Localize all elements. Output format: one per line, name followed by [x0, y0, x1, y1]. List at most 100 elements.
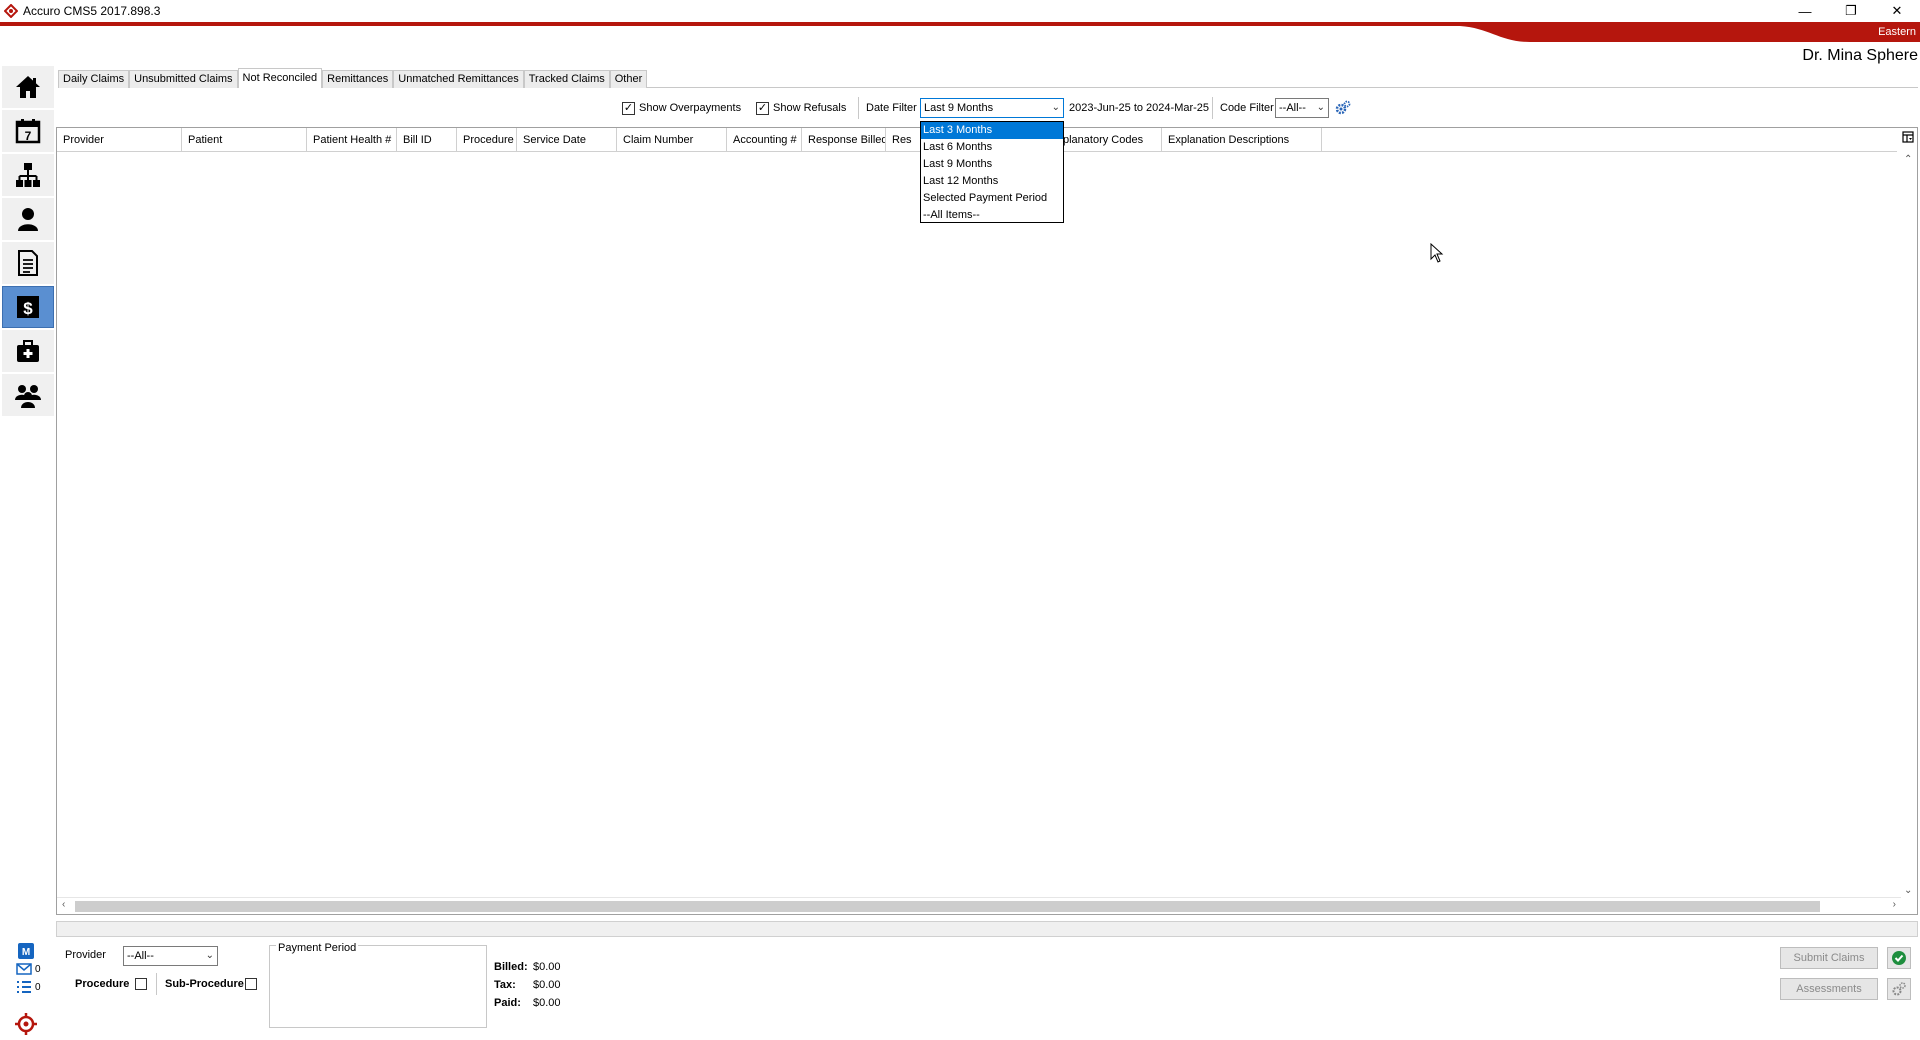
tab-not-reconciled[interactable]: Not Reconciled: [237, 68, 323, 88]
sidebar-documents[interactable]: [2, 242, 54, 284]
accuro-logo-icon: [4, 4, 18, 18]
scroll-down-icon[interactable]: ⌄: [1904, 885, 1912, 896]
column-header-provider[interactable]: Provider: [57, 128, 182, 152]
dropdown-option-last-3-months[interactable]: Last 3 Months: [921, 122, 1063, 139]
provider-select-value: --All--: [127, 950, 154, 962]
svg-text:$: $: [23, 299, 33, 318]
chevron-down-icon: ⌄: [1051, 102, 1060, 113]
scroll-left-icon[interactable]: ‹: [62, 899, 65, 910]
date-filter-value: Last 9 Months: [924, 102, 994, 114]
show-refusals-label: Show Refusals: [773, 102, 847, 114]
svg-text:M: M: [22, 947, 30, 958]
dropdown-option-last-9-months[interactable]: Last 9 Months: [921, 156, 1063, 173]
dropdown-option-selected-payment-period[interactable]: Selected Payment Period: [921, 190, 1063, 207]
submit-claims-button[interactable]: Submit Claims: [1780, 947, 1878, 969]
tab-remittances[interactable]: Remittances: [322, 70, 394, 88]
crosshair-icon[interactable]: [14, 1012, 38, 1036]
billed-label: Billed:: [494, 961, 528, 973]
mail-counter[interactable]: 0: [16, 962, 46, 976]
checkmark-icon: ✓: [756, 101, 769, 115]
sub-procedure-label: Sub-Procedure: [165, 978, 244, 990]
column-header-service-date[interactable]: Service Date: [517, 128, 617, 152]
column-header-patient-health[interactable]: Patient Health #: [307, 128, 397, 152]
column-header-accounting[interactable]: Accounting #: [727, 128, 802, 152]
horizontal-scroll-thumb[interactable]: [75, 901, 1820, 912]
sidebar-medical[interactable]: [2, 330, 54, 372]
tab-bar: Daily Claims Unsubmitted Claims Not Reco…: [58, 68, 648, 88]
separator: [1212, 97, 1213, 119]
column-header-bill-id[interactable]: Bill ID: [397, 128, 457, 152]
separator: [156, 973, 157, 995]
column-chooser-button[interactable]: [1899, 128, 1917, 146]
separator: [858, 97, 859, 119]
chevron-down-icon: ⌄: [1316, 102, 1325, 113]
column-header-explanation-descriptions[interactable]: Explanation Descriptions: [1162, 128, 1322, 152]
column-header-claim-number[interactable]: Claim Number: [617, 128, 727, 152]
provider-label: Provider: [65, 949, 106, 961]
payment-period-box[interactable]: Payment Period: [269, 942, 487, 1028]
column-header-patient[interactable]: Patient: [182, 128, 307, 152]
dropdown-option-last-6-months[interactable]: Last 6 Months: [921, 139, 1063, 156]
code-filter-value: --All--: [1279, 102, 1306, 114]
column-chooser-icon: [1902, 131, 1914, 143]
horizontal-scrollbar[interactable]: ‹ ›: [57, 897, 1901, 914]
tab-tracked-claims[interactable]: Tracked Claims: [523, 70, 610, 88]
show-refusals-checkbox[interactable]: ✓ Show Refusals: [756, 99, 846, 117]
chevron-down-icon: ⌄: [205, 950, 214, 961]
dollar-icon: $: [17, 296, 39, 318]
date-filter-dropdown: Last 3 Months Last 6 Months Last 9 Month…: [920, 121, 1064, 223]
medical-bag-icon: [17, 340, 39, 362]
status-strip: [56, 921, 1918, 937]
code-filter-select[interactable]: --All-- ⌄: [1275, 98, 1329, 118]
tasks-counter[interactable]: 0: [16, 980, 46, 994]
m-badge-icon[interactable]: M: [18, 943, 34, 959]
date-filter-label: Date Filter: [866, 102, 917, 114]
column-header-explanatory-codes[interactable]: planatory Codes: [1057, 128, 1162, 152]
tax-value: $0.00: [533, 979, 561, 991]
window-title: Accuro CMS5 2017.898.3: [23, 4, 161, 18]
home-icon: [16, 76, 40, 98]
scroll-right-icon[interactable]: ›: [1893, 899, 1896, 910]
title-bar: Accuro CMS5 2017.898.3 — ❐ ✕: [0, 0, 1920, 22]
tab-unmatched-remittances[interactable]: Unmatched Remittances: [393, 70, 524, 88]
hierarchy-icon: [16, 163, 40, 187]
provider-select[interactable]: --All-- ⌄: [123, 946, 218, 966]
claims-grid: Provider Patient Patient Health # Bill I…: [56, 127, 1918, 915]
task-list-icon: [17, 981, 31, 993]
tab-other[interactable]: Other: [609, 70, 648, 88]
dropdown-option-all-items[interactable]: --All Items--: [921, 207, 1063, 224]
column-header-procedure[interactable]: Procedure: [457, 128, 517, 152]
user-name[interactable]: Dr. Mina Sphere: [1802, 47, 1918, 65]
tab-unsubmitted-claims[interactable]: Unsubmitted Claims: [129, 70, 238, 88]
approve-button[interactable]: [1887, 947, 1911, 969]
payment-period-label: Payment Period: [276, 942, 359, 954]
checkmark-icon: ✓: [622, 101, 635, 115]
mouse-cursor-icon: [1430, 243, 1444, 263]
tab-daily-claims[interactable]: Daily Claims: [58, 70, 130, 88]
mail-icon: [16, 963, 32, 975]
scroll-up-icon[interactable]: ⌃: [1904, 154, 1912, 165]
tasks-count: 0: [35, 981, 41, 993]
bottom-panel: M 0 0 Provider --All-- ⌄ Procedure Sub-P…: [0, 940, 1920, 1040]
sidebar-patient[interactable]: [2, 198, 54, 240]
sidebar-billing[interactable]: $: [2, 286, 54, 328]
billed-value: $0.00: [533, 961, 561, 973]
column-header-response-billed[interactable]: Response Billed: [802, 128, 886, 152]
sidebar-hierarchy[interactable]: [2, 154, 54, 196]
vertical-scrollbar[interactable]: ⌃ ⌄: [1900, 152, 1917, 898]
paid-value: $0.00: [533, 997, 561, 1009]
filter-settings-gear-icon[interactable]: [1335, 100, 1351, 116]
sub-procedure-checkbox[interactable]: [245, 978, 257, 990]
show-overpayments-checkbox[interactable]: ✓ Show Overpayments: [622, 99, 741, 117]
dropdown-option-last-12-months[interactable]: Last 12 Months: [921, 173, 1063, 190]
mail-count: 0: [35, 963, 41, 975]
paid-label: Paid:: [494, 997, 521, 1009]
assessments-button[interactable]: Assessments: [1780, 978, 1878, 1000]
restore-button[interactable]: ❐: [1828, 0, 1874, 22]
date-filter-select[interactable]: Last 9 Months ⌄: [920, 98, 1064, 118]
close-button[interactable]: ✕: [1874, 0, 1920, 22]
sidebar-groups[interactable]: [2, 374, 54, 416]
minimize-button[interactable]: —: [1782, 0, 1828, 22]
assessment-settings-button[interactable]: [1887, 978, 1911, 1000]
procedure-checkbox[interactable]: [135, 978, 147, 990]
